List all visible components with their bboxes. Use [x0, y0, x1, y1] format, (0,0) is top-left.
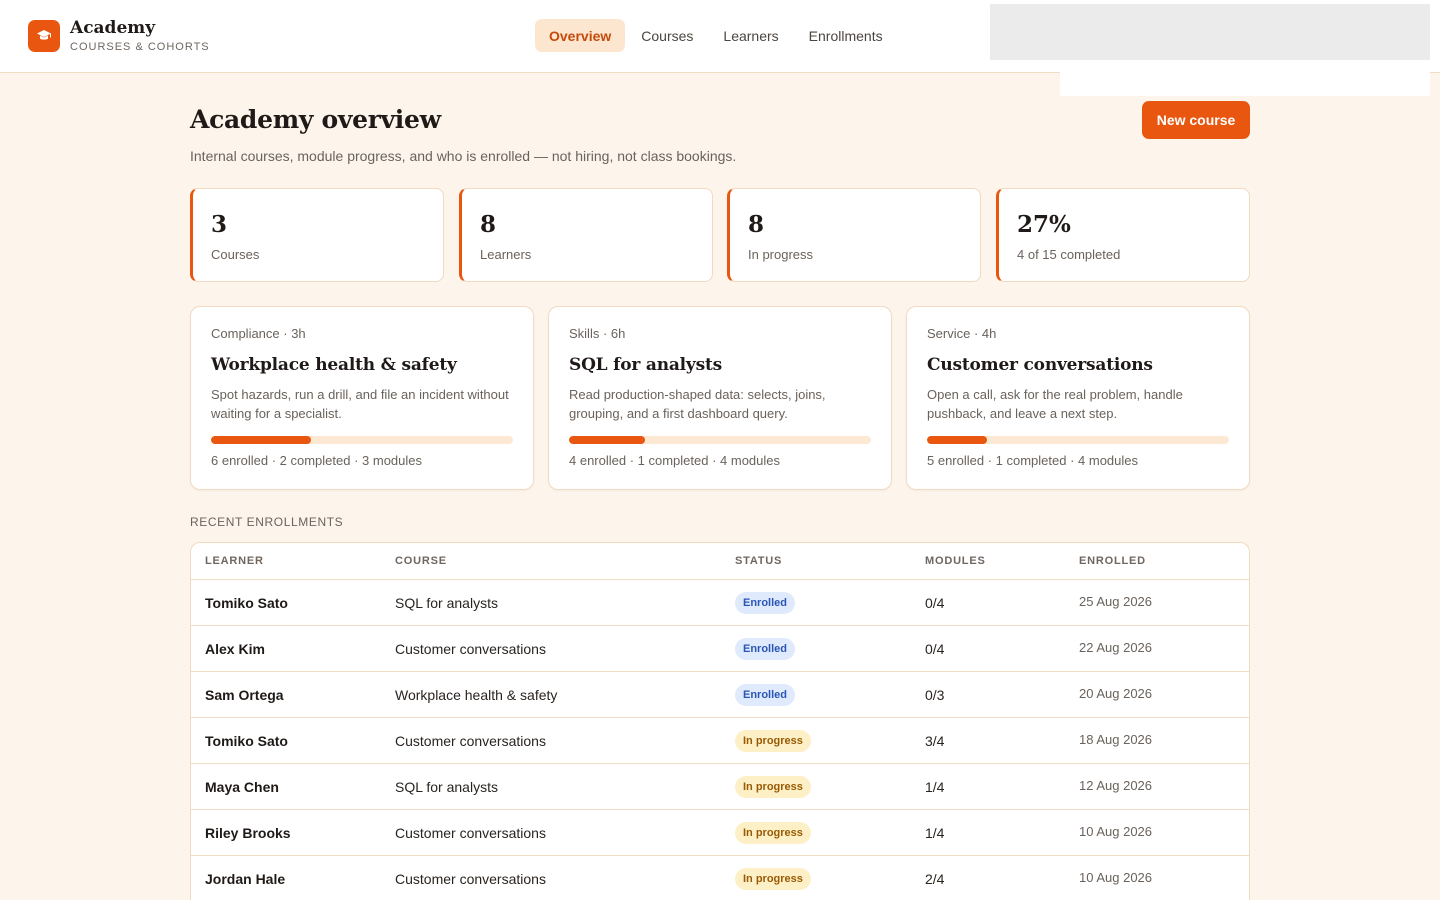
enrolled-date: 12 Aug 2026 [1079, 778, 1153, 793]
course-stats: 6 enrolled · 2 completed · 3 modules [211, 453, 423, 468]
stat-card-in-progress: 8 In progress [727, 188, 981, 282]
course-card[interactable]: Compliance · 3h Workplace health & safet… [190, 306, 534, 490]
course-progress-bar [569, 436, 871, 444]
section-label-recent-enrollments: RECENT ENROLLMENTS [190, 515, 344, 529]
stat-label: Courses [211, 247, 260, 262]
course-name[interactable]: SQL for analysts [395, 594, 498, 612]
table-row[interactable]: Alex Kim Customer conversations Enrolled 0/… [191, 626, 1249, 672]
course-stats: 4 enrolled · 1 completed · 4 modules [569, 453, 781, 468]
course-progress-bar [211, 436, 513, 444]
course-progress-bar [927, 436, 1229, 444]
modules-count: 0/4 [925, 595, 945, 611]
course-name[interactable]: SQL for analysts [395, 778, 498, 796]
page-title: Academy overview [190, 105, 441, 134]
page-subtitle: Internal courses, module progress, and w… [190, 148, 737, 164]
course-title: Customer conversations [927, 355, 1153, 375]
enrolled-date: 22 Aug 2026 [1079, 640, 1153, 655]
learner-name[interactable]: Sam Ortega [205, 686, 284, 704]
table-header: LEARNER COURSE STATUS MODULES ENROLLED [191, 543, 1249, 580]
stats-row: 3 Courses 8 Learners 8 In progress 27% 4… [190, 188, 1250, 282]
table-row[interactable]: Jordan Hale Customer conversations In prog… [191, 856, 1249, 900]
learner-name[interactable]: Alex Kim [205, 640, 265, 658]
modules-count: 1/4 [925, 779, 945, 795]
modules-count: 2/4 [925, 871, 945, 887]
app-name: Academy [70, 18, 156, 38]
status-badge: In progress [735, 868, 811, 890]
main-nav: Overview Courses Learners Enrollments [535, 19, 899, 52]
modules-count: 0/4 [925, 641, 945, 657]
table-row[interactable]: Sam Ortega Workplace health & safety Enrol… [191, 672, 1249, 718]
learner-name[interactable]: Riley Brooks [205, 824, 291, 842]
course-card[interactable]: Skills · 6h SQL for analysts Read produc… [548, 306, 892, 490]
header-placeholder-panel [1060, 60, 1430, 96]
course-meta: Service · 4h [927, 326, 997, 341]
course-description: Spot hazards, run a drill, and file an i… [211, 387, 509, 421]
enrolled-date: 10 Aug 2026 [1079, 824, 1153, 839]
modules-count: 3/4 [925, 733, 945, 749]
stat-card-courses: 3 Courses [190, 188, 444, 282]
enrolled-date: 18 Aug 2026 [1079, 732, 1153, 747]
stat-card-completion: 27% 4 of 15 completed [996, 188, 1250, 282]
course-name[interactable]: Customer conversations [395, 732, 546, 750]
stat-card-learners: 8 Learners [459, 188, 713, 282]
column-header-modules[interactable]: MODULES [925, 554, 986, 568]
graduation-cap-icon [28, 20, 60, 52]
table-row[interactable]: Tomiko Sato SQL for analysts Enrolled 0/4 25… [191, 580, 1249, 626]
app-subtitle: COURSES & COHORTS [70, 41, 210, 53]
stat-value: 8 [480, 211, 497, 238]
new-course-button[interactable]: New course [1142, 101, 1250, 139]
column-header-status[interactable]: STATUS [735, 554, 782, 568]
enrolled-date: 25 Aug 2026 [1079, 594, 1153, 609]
course-title: SQL for analysts [569, 355, 723, 375]
modules-count: 0/3 [925, 687, 945, 703]
course-name[interactable]: Customer conversations [395, 640, 546, 658]
learner-name[interactable]: Tomiko Sato [205, 594, 288, 612]
course-title: Workplace health & safety [211, 355, 457, 375]
course-progress-fill [927, 436, 988, 444]
stat-value: 3 [211, 211, 228, 238]
nav-enrollments[interactable]: Enrollments [795, 19, 897, 52]
stat-value: 27% [1017, 211, 1071, 238]
course-description: Read production-shaped data: selects, jo… [569, 387, 826, 421]
stat-label: In progress [748, 247, 814, 262]
table-row[interactable]: Maya Chen SQL for analysts In progress 1/4 1… [191, 764, 1249, 810]
course-stats: 5 enrolled · 1 completed · 4 modules [927, 453, 1139, 468]
learner-name[interactable]: Maya Chen [205, 778, 279, 796]
nav-learners[interactable]: Learners [709, 19, 792, 52]
course-description: Open a call, ask for the real problem, h… [927, 387, 1183, 421]
course-meta: Compliance · 3h [211, 326, 306, 341]
table-row[interactable]: Tomiko Sato Customer conversations In prog… [191, 718, 1249, 764]
status-badge: Enrolled [735, 638, 796, 660]
course-name[interactable]: Workplace health & safety [395, 686, 557, 704]
course-cards: Compliance · 3h Workplace health & safet… [190, 306, 1250, 490]
column-header-course[interactable]: COURSE [395, 554, 447, 568]
status-badge: Enrolled [735, 684, 796, 706]
status-badge: In progress [735, 822, 811, 844]
column-header-enrolled[interactable]: ENROLLED [1079, 554, 1146, 568]
modules-count: 1/4 [925, 825, 945, 841]
course-name[interactable]: Customer conversations [395, 824, 546, 842]
learner-name[interactable]: Tomiko Sato [205, 732, 288, 750]
enrolled-date: 20 Aug 2026 [1079, 686, 1153, 701]
status-badge: In progress [735, 730, 811, 752]
enrolled-date: 10 Aug 2026 [1079, 870, 1153, 885]
course-progress-fill [211, 436, 311, 444]
nav-overview[interactable]: Overview [535, 19, 626, 52]
stat-label: 4 of 15 completed [1017, 247, 1121, 262]
course-card[interactable]: Service · 4h Customer conversations Open… [906, 306, 1250, 490]
stat-label: Learners [480, 247, 532, 262]
course-meta: Skills · 6h [569, 326, 626, 341]
enrollments-table: LEARNER COURSE STATUS MODULES ENROLLED T… [190, 542, 1250, 900]
status-badge: Enrolled [735, 592, 796, 614]
header-placeholder-block [990, 4, 1430, 60]
nav-courses[interactable]: Courses [627, 19, 707, 52]
course-progress-fill [569, 436, 645, 444]
column-header-learner[interactable]: LEARNER [205, 554, 264, 568]
learner-name[interactable]: Jordan Hale [205, 870, 285, 888]
brand[interactable]: Academy COURSES & COHORTS [28, 18, 210, 54]
course-name[interactable]: Customer conversations [395, 870, 546, 888]
stat-value: 8 [748, 211, 765, 238]
table-row[interactable]: Riley Brooks Customer conversations In pro… [191, 810, 1249, 856]
status-badge: In progress [735, 776, 811, 798]
